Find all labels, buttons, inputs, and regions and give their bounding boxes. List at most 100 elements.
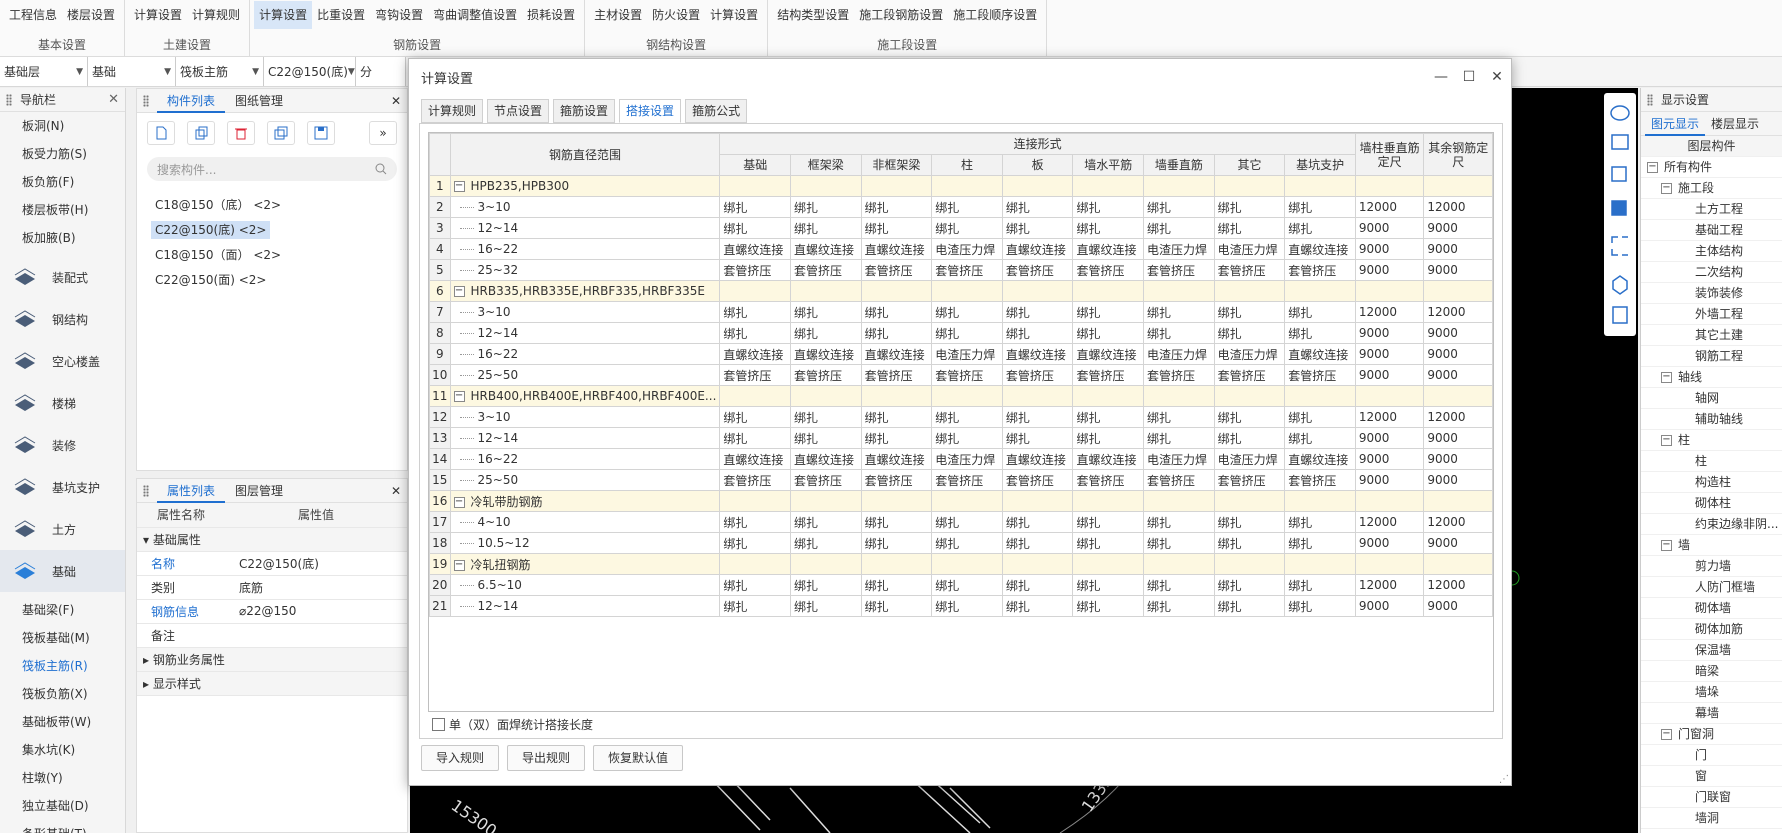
resize-grip-icon[interactable]: ⋰ [1499,774,1509,785]
connection-cell[interactable]: 绑扎 [1284,301,1356,323]
connection-cell[interactable]: 电渣压力焊 [931,238,1003,260]
property-value[interactable] [225,623,407,648]
diameter-range-cell[interactable]: − HRB335,HRB335E,HRBF335,HRBF335E [449,280,721,302]
wall-length-cell[interactable]: 9000 [1354,595,1425,617]
connection-cell[interactable]: 绑扎 [790,595,862,617]
connection-cell[interactable]: 套管挤压 [1143,259,1215,281]
diameter-range-cell[interactable]: 16~22 [449,238,721,260]
display-tree-item[interactable]: 二次结构 [1641,262,1782,283]
display-tree-item[interactable]: − 轴线 [1641,367,1782,388]
connection-cell[interactable]: 绑扎 [860,511,933,533]
connection-cell[interactable]: 直螺纹连接 [790,448,862,470]
connection-cell[interactable] [1284,553,1356,575]
connection-cell[interactable]: 直螺纹连接 [790,238,862,260]
tab-component-list[interactable]: 构件列表 [157,89,226,113]
connection-cell[interactable]: 套管挤压 [931,469,1003,491]
connection-cell[interactable]: 直螺纹连接 [719,448,791,470]
connection-cell[interactable]: 直螺纹连接 [1072,448,1145,470]
connection-cell[interactable]: 绑扎 [860,595,933,617]
tab-calc-rules[interactable]: 计算规则 [421,99,484,123]
connection-cell[interactable]: 套管挤压 [790,259,862,281]
diameter-range-cell[interactable]: 25~50 [449,469,721,491]
display-tree-item[interactable]: − 门窗洞 [1641,724,1782,745]
connection-cell[interactable]: 绑扎 [1213,574,1286,596]
connection-cell[interactable]: 直螺纹连接 [1284,238,1356,260]
connection-cell[interactable]: 绑扎 [1001,301,1074,323]
nav-item[interactable]: 板受力筋(S) [0,140,125,168]
connection-cell[interactable]: 绑扎 [1284,427,1356,449]
other-length-cell[interactable]: 9000 [1423,448,1493,470]
connection-cell[interactable]: 绑扎 [790,574,862,596]
connection-cell[interactable] [1001,175,1074,197]
connection-cell[interactable]: 绑扎 [1001,574,1074,596]
diameter-range-cell[interactable]: 25~50 [449,364,721,386]
wall-length-cell[interactable]: 12000 [1354,406,1425,428]
weld-lap-checkbox[interactable]: 单（双）面焊统计搭接长度 [432,716,593,733]
collapse-icon[interactable]: − [453,391,465,402]
display-tree-item[interactable]: 构造柱 [1641,472,1782,493]
grid-row[interactable]: 13 12~14 绑扎 绑扎 绑扎 绑扎 绑扎 绑扎 绑扎 绑扎 绑扎 9000 9000 [429,427,1493,449]
nav-item[interactable]: 板加腋(B) [0,224,125,252]
orbit-icon[interactable] [1610,105,1630,121]
connection-cell[interactable]: 套管挤压 [931,364,1003,386]
connection-cell[interactable]: 绑扎 [1143,511,1215,533]
display-tree-item[interactable]: 剪力墙 [1641,556,1782,577]
ribbon-button[interactable]: 计算设置 [254,1,313,29]
diameter-range-cell[interactable]: 3~10 [449,406,721,428]
connection-cell[interactable]: 套管挤压 [860,364,933,386]
display-tree-item[interactable]: 保温墙 [1641,640,1782,661]
2d-view-icon[interactable] [1611,134,1629,150]
grid-row[interactable]: 20 6.5~10 绑扎 绑扎 绑扎 绑扎 绑扎 绑扎 绑扎 绑扎 绑扎 12000 12000 [429,574,1493,596]
tab-layer-management[interactable]: 图层管理 [225,479,293,503]
grid-group-row[interactable]: 11− HRB400,HRB400E,HRBF400,HRBF400E... [429,385,1493,407]
other-length-cell[interactable]: 9000 [1423,364,1493,386]
connection-cell[interactable]: 绑扎 [1072,217,1145,239]
grid-row[interactable]: 2 3~10 绑扎 绑扎 绑扎 绑扎 绑扎 绑扎 绑扎 绑扎 绑扎 12000 12000 [429,196,1493,218]
tab-node-settings[interactable]: 节点设置 [487,99,550,123]
connection-cell[interactable]: 电渣压力焊 [931,448,1003,470]
nav-category[interactable]: 楼梯 [0,382,125,424]
connection-cell[interactable]: 绑扎 [1284,532,1356,554]
other-length-cell[interactable]: 9000 [1423,259,1493,281]
diameter-range-cell[interactable]: 12~14 [449,595,721,617]
ribbon-button[interactable]: 比重设置 [312,1,370,29]
drag-grip-icon[interactable] [143,94,149,107]
connection-cell[interactable]: 直螺纹连接 [1072,343,1145,365]
collapse-icon[interactable]: − [1661,372,1672,383]
close-icon[interactable]: ✕ [391,94,401,108]
connection-cell[interactable] [1072,490,1145,512]
connection-cell[interactable]: 绑扎 [790,532,862,554]
connection-cell[interactable]: 直螺纹连接 [860,448,933,470]
connection-cell[interactable] [790,175,862,197]
collapse-icon[interactable]: − [1661,183,1672,194]
tab-element-display[interactable]: 图元显示 [1645,112,1706,136]
component-list-item[interactable]: C22@150(面) <2> [137,268,407,292]
grid-row[interactable]: 12 3~10 绑扎 绑扎 绑扎 绑扎 绑扎 绑扎 绑扎 绑扎 绑扎 12000 12000 [429,406,1493,428]
connection-cell[interactable] [860,490,933,512]
collapse-icon[interactable]: − [453,286,465,297]
display-tree-item[interactable]: 人防门框墙 [1641,577,1782,598]
display-tree-item[interactable]: − 所有构件 [1641,157,1782,178]
tab-floor-display[interactable]: 楼层显示 [1705,112,1765,136]
connection-cell[interactable]: 绑扎 [860,532,933,554]
connection-cell[interactable]: 绑扎 [931,595,1003,617]
other-length-cell[interactable]: 12000 [1423,196,1493,218]
ribbon-button[interactable]: 工程信息 [4,1,62,29]
connection-cell[interactable] [1143,385,1215,407]
connection-cell[interactable] [1213,490,1286,512]
import-rules-button[interactable]: 导入规则 [421,745,500,771]
connection-cell[interactable] [790,280,862,302]
tab-stirrup-formula[interactable]: 箍筋公式 [685,99,748,123]
other-length-cell[interactable]: 9000 [1423,343,1493,365]
wall-length-cell[interactable]: 9000 [1354,343,1425,365]
connection-cell[interactable]: 绑扎 [1001,322,1074,344]
diameter-range-cell[interactable]: 3~10 [449,301,721,323]
3d-box-icon[interactable] [1611,166,1627,182]
connection-cell[interactable]: 直螺纹连接 [860,238,933,260]
connection-cell[interactable]: 套管挤压 [1284,259,1356,281]
nav-item[interactable]: 筏板主筋(R) [0,652,125,680]
connection-cell[interactable]: 绑扎 [719,511,791,533]
nav-item[interactable]: 独立基础(D) [0,792,125,820]
connection-cell[interactable] [1143,553,1215,575]
connection-cell[interactable]: 绑扎 [860,574,933,596]
